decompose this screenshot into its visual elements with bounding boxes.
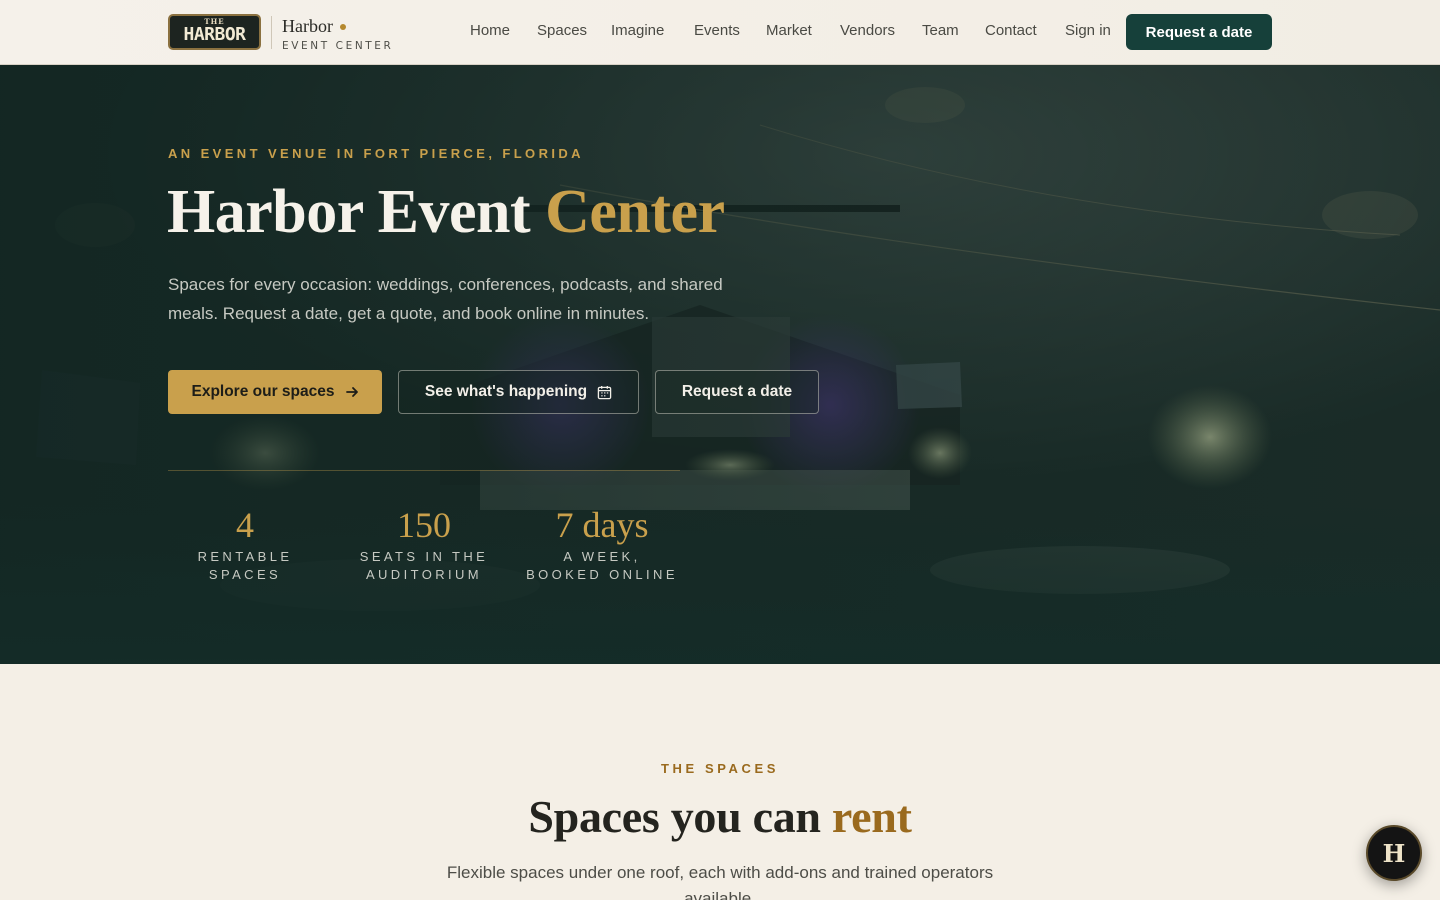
- stat-seats: 150 SEATS IN THE AUDITORIUM: [344, 505, 504, 584]
- nav-sign-in[interactable]: Sign in: [1065, 22, 1111, 39]
- nav-imagine[interactable]: Imagine: [611, 22, 664, 39]
- request-date-nav-button[interactable]: Request a date: [1126, 14, 1272, 50]
- logo-divider: [271, 16, 272, 49]
- logo-wordmark: HARBOR: [183, 24, 246, 45]
- explore-spaces-label: Explore our spaces: [191, 383, 335, 400]
- nav-events[interactable]: Events: [694, 22, 740, 39]
- hero-section: AN EVENT VENUE IN FORT PIERCE, FLORIDA H…: [0, 65, 1440, 664]
- spaces-title-accent: rent: [831, 791, 912, 842]
- site-header: THE HARBOR Harbor EVENT CENTER Home Spac…: [0, 0, 1440, 65]
- stat-seats-value: 150: [397, 505, 451, 545]
- stat-spaces-label-1: RENTABLE: [197, 549, 293, 564]
- spaces-eyebrow: THE SPACES: [660, 761, 780, 776]
- nav-home[interactable]: Home: [470, 22, 510, 39]
- spaces-description: Flexible spaces under one roof, each wit…: [446, 863, 994, 900]
- harbor-logo[interactable]: THE HARBOR: [168, 14, 261, 50]
- spaces-title: Spaces you can rent: [0, 790, 1440, 843]
- stat-spaces-value: 4: [236, 505, 254, 545]
- stat-booking-label-2: BOOKED ONLINE: [526, 567, 678, 582]
- see-events-label: See what's happening: [424, 383, 588, 400]
- brand-subtitle: EVENT CENTER: [282, 40, 394, 52]
- brand-name[interactable]: Harbor: [282, 16, 333, 37]
- stat-spaces-label-2: SPACES: [208, 567, 282, 582]
- hero-title-main: Harbor Event: [167, 178, 546, 246]
- brand-dot-icon: [340, 24, 346, 30]
- nav-team[interactable]: Team: [922, 22, 959, 39]
- stat-seats-label-2: AUDITORIUM: [365, 567, 483, 582]
- stat-booking-label-1: A WEEK,: [563, 549, 641, 564]
- spaces-title-main: Spaces you can: [528, 791, 832, 842]
- explore-spaces-button[interactable]: Explore our spaces: [168, 370, 382, 414]
- hero-eyebrow: AN EVENT VENUE IN FORT PIERCE, FLORIDA: [168, 146, 584, 161]
- stat-booking-value: 7 days: [555, 505, 649, 545]
- hero-description: Spaces for every occasion: weddings, con…: [168, 275, 723, 323]
- chat-assistant-button[interactable]: H: [1366, 825, 1422, 881]
- see-events-button[interactable]: See what's happening: [398, 370, 639, 414]
- hero-title-accent: Center: [545, 178, 725, 246]
- arrow-right-icon: [345, 387, 358, 397]
- stat-spaces: 4 RENTABLE SPACES: [178, 505, 312, 584]
- nav-vendors[interactable]: Vendors: [840, 22, 895, 39]
- request-date-hero-button[interactable]: Request a date: [655, 370, 819, 414]
- nav-contact[interactable]: Contact: [985, 22, 1037, 39]
- stats-divider: [168, 470, 680, 471]
- nav-market[interactable]: Market: [766, 22, 812, 39]
- nav-spaces[interactable]: Spaces: [537, 22, 587, 39]
- stat-booking: 7 days A WEEK, BOOKED ONLINE: [518, 505, 686, 584]
- calendar-icon: [597, 385, 612, 399]
- hero-title: Harbor Event Center: [167, 177, 725, 248]
- stat-seats-label-1: SEATS IN THE: [359, 549, 489, 564]
